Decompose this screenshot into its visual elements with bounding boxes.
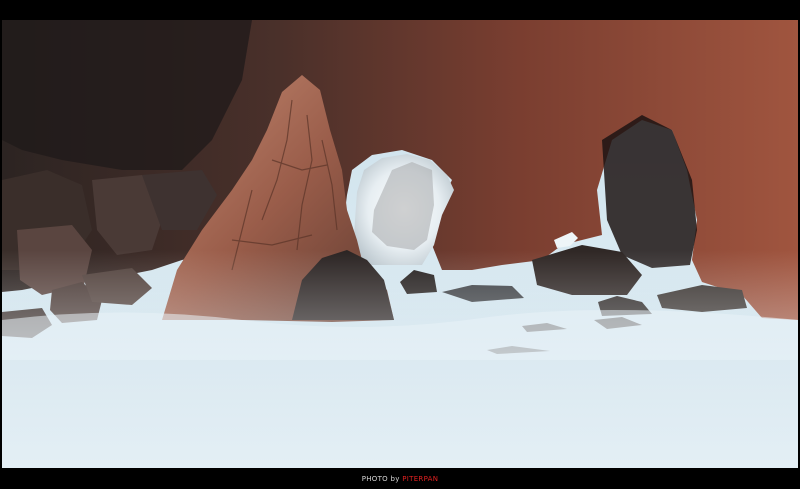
credit-name: PITERPAN [402,475,439,483]
seascape-photo [2,20,798,468]
photo-frame: PHOTO by PITERPAN [0,0,800,489]
credit-prefix: PHOTO by [361,475,400,483]
photo-credit: PHOTO by PITERPAN [0,473,800,485]
